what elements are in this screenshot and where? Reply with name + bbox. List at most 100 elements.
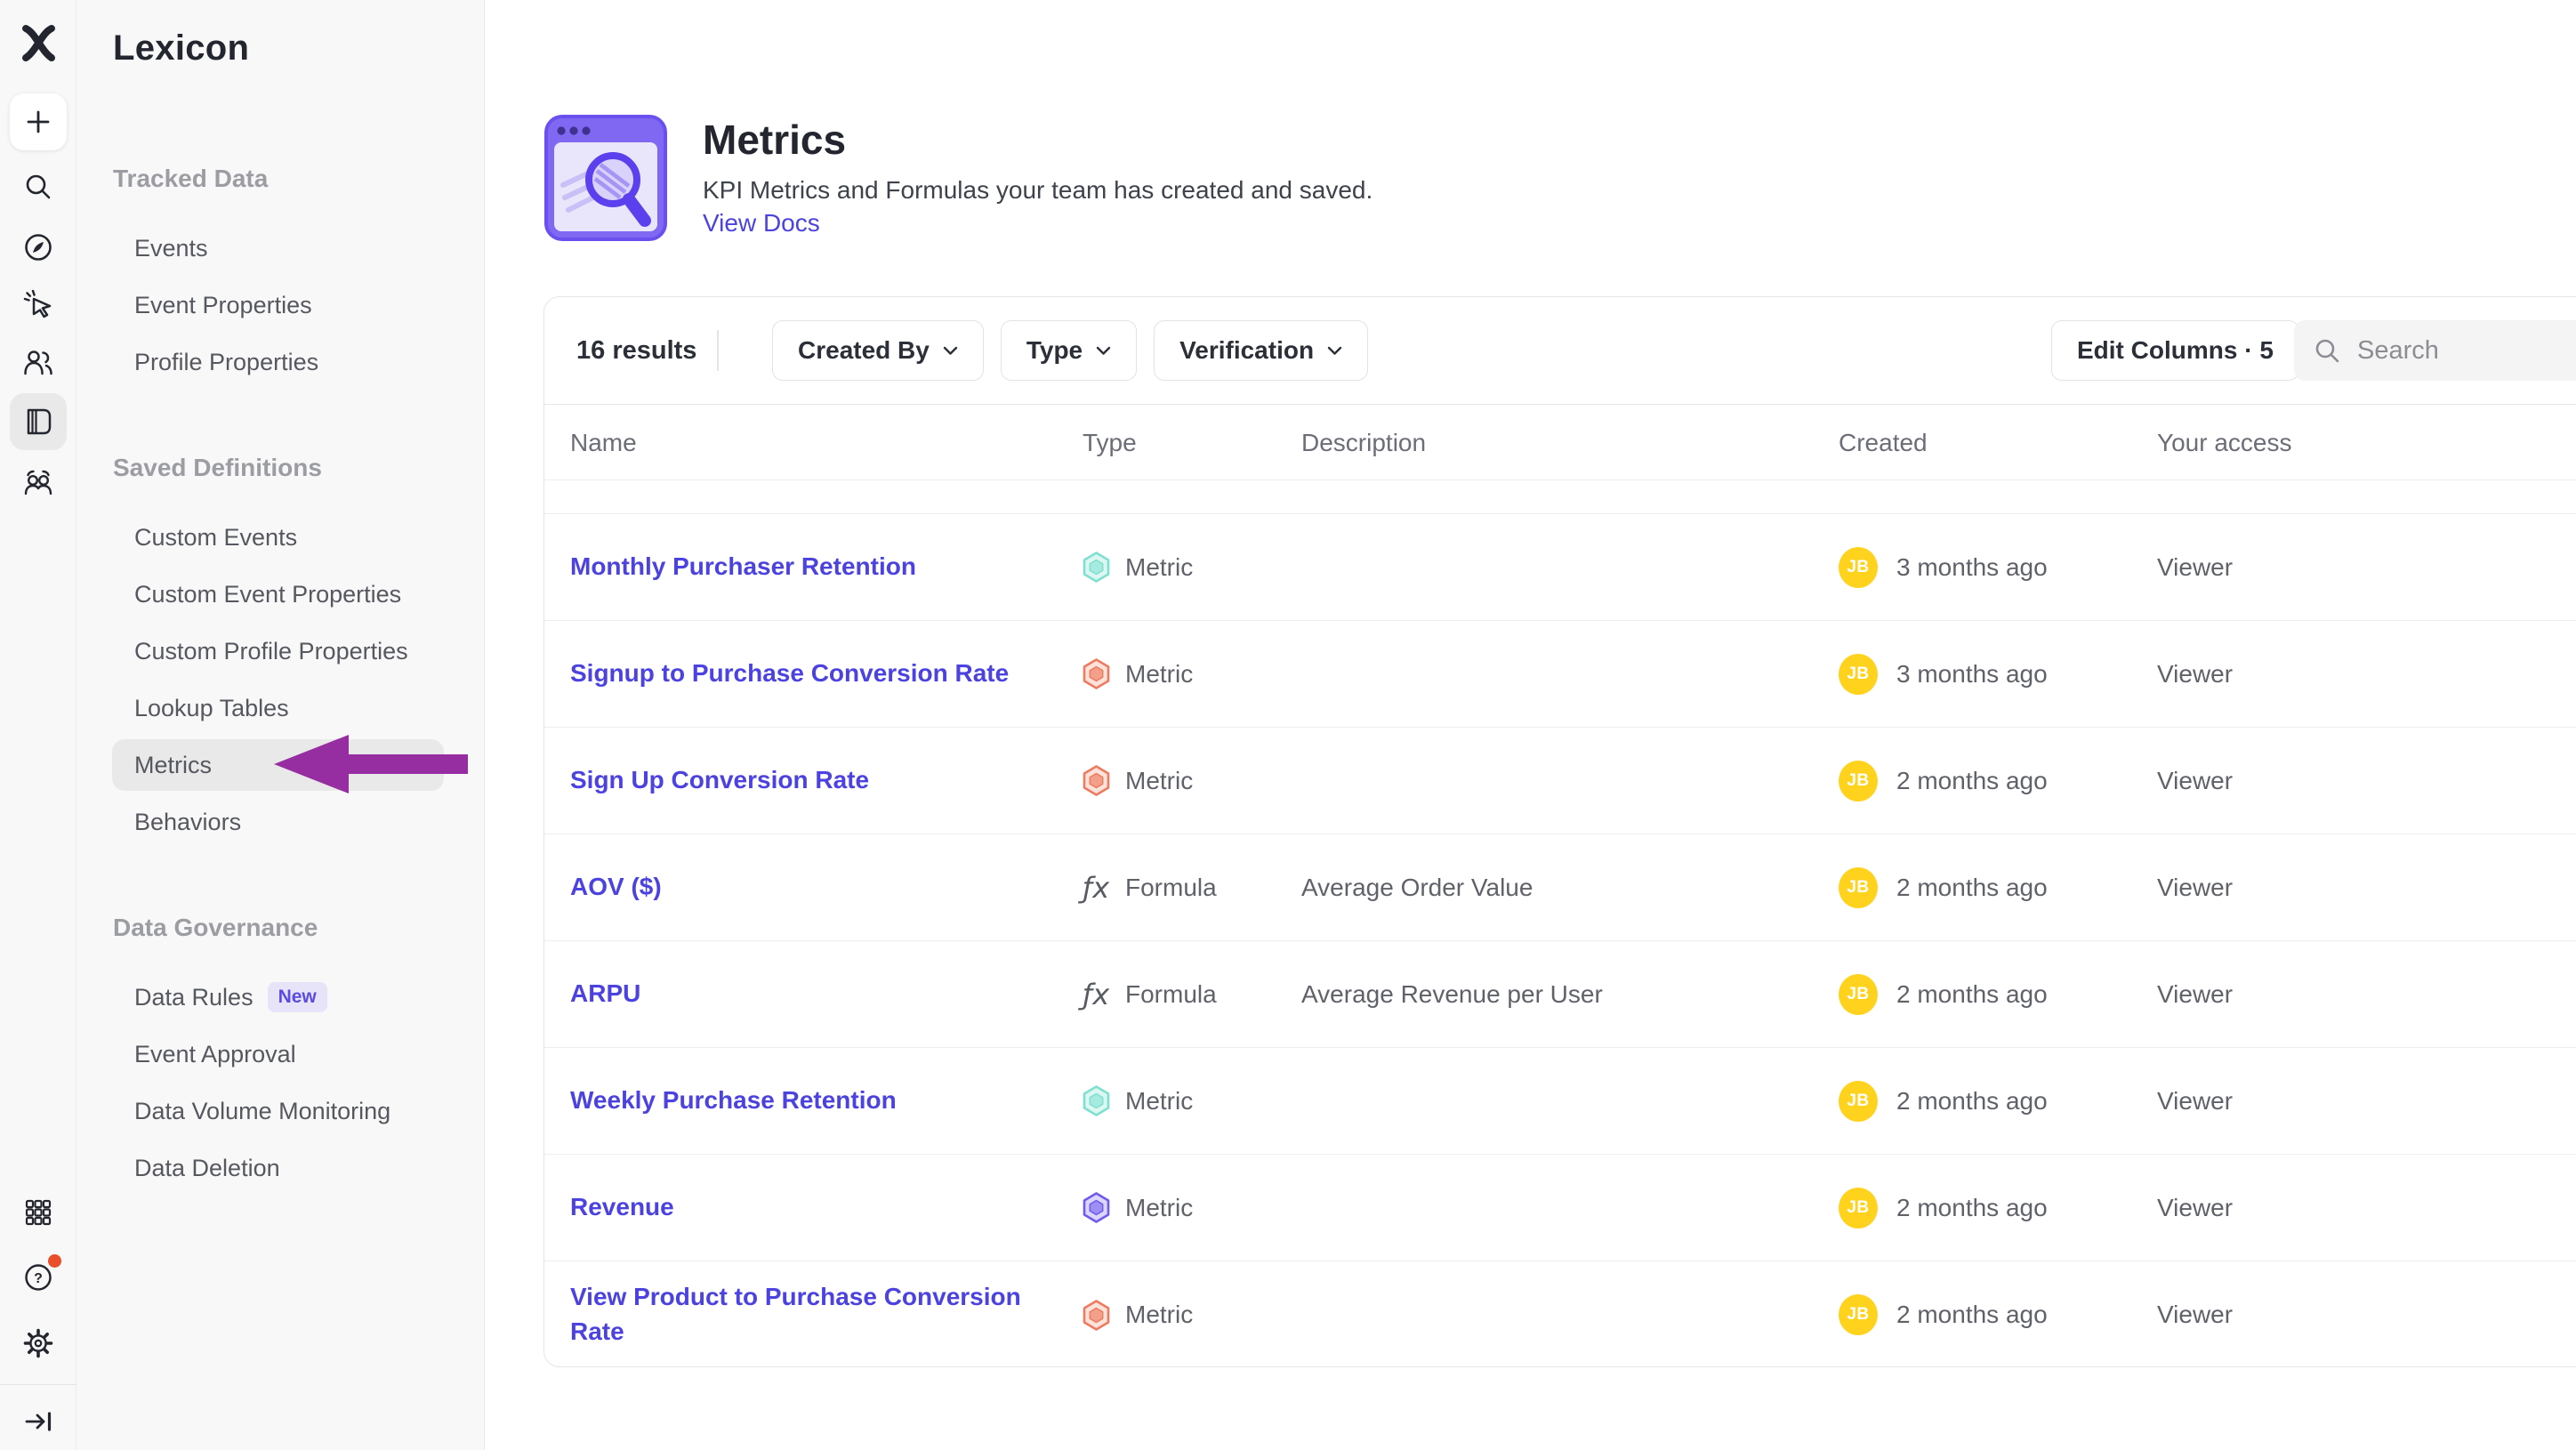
sidebar-item-data-deletion[interactable]: Data Deletion: [76, 1140, 484, 1196]
discover-nav-button[interactable]: [0, 219, 76, 276]
sidebar-item-events[interactable]: Events: [76, 220, 484, 277]
partial-row: [544, 481, 2576, 514]
table-body: Monthly Purchaser Retention Metric JB 3 …: [544, 514, 2576, 1368]
created-cell: JB 2 months ago: [1839, 1261, 2048, 1368]
type-cell: ƒx Formula: [1083, 834, 1217, 940]
access-cell: Viewer: [2157, 621, 2233, 727]
sidebar-item-event-properties[interactable]: Event Properties: [76, 277, 484, 334]
sidebar-item-custom-event-properties[interactable]: Custom Event Properties: [76, 566, 484, 623]
users-icon: [21, 346, 55, 380]
filter-button-type[interactable]: Type: [1001, 320, 1137, 381]
formula-fx-icon: ƒx: [1083, 978, 1109, 1011]
compass-icon: [22, 231, 54, 263]
access-cell: Viewer: [2157, 1261, 2233, 1368]
edit-columns-button[interactable]: Edit Columns · 5: [2051, 320, 2299, 381]
type-cell: Metric: [1083, 514, 1193, 620]
sidebar-title: Lexicon: [113, 28, 249, 68]
sidebar-item-metrics[interactable]: Metrics: [76, 737, 484, 793]
metric-name-link[interactable]: Monthly Purchaser Retention: [570, 514, 1058, 620]
filter-label: Created By: [798, 336, 930, 365]
sidebar-item-label: Metrics: [134, 752, 212, 779]
metric-name-link[interactable]: Signup to Purchase Conversion Rate: [570, 621, 1058, 727]
cohorts-nav-button[interactable]: [0, 455, 76, 512]
cursor-click-icon: [21, 287, 55, 321]
created-cell: JB 2 months ago: [1839, 941, 2048, 1047]
metric-name-link[interactable]: Weekly Purchase Retention: [570, 1048, 1058, 1154]
sidebar-section-label: Saved Definitions: [76, 439, 484, 496]
main-content: Metrics KPI Metrics and Formulas your te…: [486, 0, 2576, 1450]
filter-label: Type: [1026, 336, 1083, 365]
type-label: Metric: [1125, 1087, 1193, 1116]
type-cell: Metric: [1083, 621, 1193, 727]
mixpanel-logo[interactable]: [0, 14, 76, 71]
icon-rail: ?: [0, 0, 76, 1450]
column-header-description[interactable]: Description: [1301, 405, 1426, 481]
column-header-type[interactable]: Type: [1083, 405, 1137, 481]
type-label: Metric: [1125, 660, 1193, 689]
metric-hexagon-icon: [1083, 765, 1110, 796]
chevron-down-icon: [1327, 346, 1342, 356]
table-row: Monthly Purchaser Retention Metric JB 3 …: [544, 514, 2576, 621]
creator-avatar: JB: [1839, 1188, 1878, 1228]
created-time: 2 months ago: [1896, 767, 2048, 795]
created-time: 2 months ago: [1896, 1194, 2048, 1222]
type-label: Metric: [1125, 1194, 1193, 1222]
column-header-name[interactable]: Name: [570, 405, 637, 481]
help-button[interactable]: ?: [0, 1249, 76, 1306]
sidebar-item-event-approval[interactable]: Event Approval: [76, 1026, 484, 1083]
metric-hexagon-icon: [1083, 1192, 1110, 1223]
metric-name-link[interactable]: AOV ($): [570, 834, 1058, 940]
users-nav-button[interactable]: [0, 334, 76, 391]
apps-grid-button[interactable]: [0, 1184, 76, 1241]
collapse-sidebar-button[interactable]: [0, 1393, 76, 1450]
metric-hexagon-icon: [1083, 1300, 1110, 1331]
search-input[interactable]: [2357, 336, 2576, 366]
table-row: AOV ($) ƒx Formula Average Order Value J…: [544, 834, 2576, 941]
creator-avatar: JB: [1839, 974, 1878, 1015]
grid-icon: [23, 1197, 53, 1228]
sidebar-item-data-volume-monitoring[interactable]: Data Volume Monitoring: [76, 1083, 484, 1140]
type-label: Formula: [1125, 874, 1217, 902]
created-time: 3 months ago: [1896, 660, 2048, 689]
type-cell: Metric: [1083, 1261, 1193, 1368]
sidebar-item-behaviors[interactable]: Behaviors: [76, 793, 484, 850]
formula-fx-icon: ƒx: [1083, 871, 1109, 905]
search-box[interactable]: [2294, 320, 2576, 381]
sidebar-section-label: Data Governance: [76, 899, 484, 956]
column-header-access[interactable]: Your access: [2157, 405, 2292, 481]
filter-button-created-by[interactable]: Created By: [772, 320, 984, 381]
lexicon-nav-button[interactable]: [10, 393, 67, 450]
created-time: 2 months ago: [1896, 1301, 2048, 1329]
gear-icon: [22, 1327, 54, 1359]
sidebar-item-data-rules[interactable]: Data RulesNew: [76, 969, 484, 1026]
sidebar-item-profile-properties[interactable]: Profile Properties: [76, 334, 484, 391]
sidebar-item-label: Custom Event Properties: [134, 581, 401, 608]
metric-name-link[interactable]: ARPU: [570, 941, 1058, 1047]
settings-button[interactable]: [0, 1315, 76, 1372]
sidebar-item-custom-events[interactable]: Custom Events: [76, 509, 484, 566]
access-cell: Viewer: [2157, 728, 2233, 834]
notification-dot: [48, 1254, 61, 1268]
access-cell: Viewer: [2157, 834, 2233, 940]
new-badge: New: [268, 982, 327, 1012]
new-report-button[interactable]: [10, 93, 67, 150]
created-cell: JB 2 months ago: [1839, 834, 2048, 940]
metric-name-link[interactable]: View Product to Purchase Conversion Rate: [570, 1261, 1058, 1368]
search-icon: [23, 172, 53, 202]
events-nav-button[interactable]: [0, 276, 76, 333]
access-cell: Viewer: [2157, 514, 2233, 620]
chevron-down-icon: [943, 346, 958, 356]
metrics-table-card: 16 results Created By Type Verification Ed…: [543, 296, 2576, 1367]
sidebar-item-label: Events: [134, 235, 208, 262]
sidebar-item-lookup-tables[interactable]: Lookup Tables: [76, 680, 484, 737]
metric-name-link[interactable]: Revenue: [570, 1155, 1058, 1261]
search-nav-button[interactable]: [0, 158, 76, 215]
view-docs-link[interactable]: View Docs: [703, 209, 820, 238]
sidebar-item-custom-profile-properties[interactable]: Custom Profile Properties: [76, 623, 484, 680]
results-count: 16 results: [576, 297, 696, 404]
lexicon-book-icon: [22, 406, 54, 438]
metric-name-link[interactable]: Sign Up Conversion Rate: [570, 728, 1058, 834]
lexicon-sidebar: Lexicon Tracked DataEventsEvent Properti…: [76, 0, 485, 1450]
filter-button-verification[interactable]: Verification: [1154, 320, 1368, 381]
column-header-created[interactable]: Created: [1839, 405, 1928, 481]
